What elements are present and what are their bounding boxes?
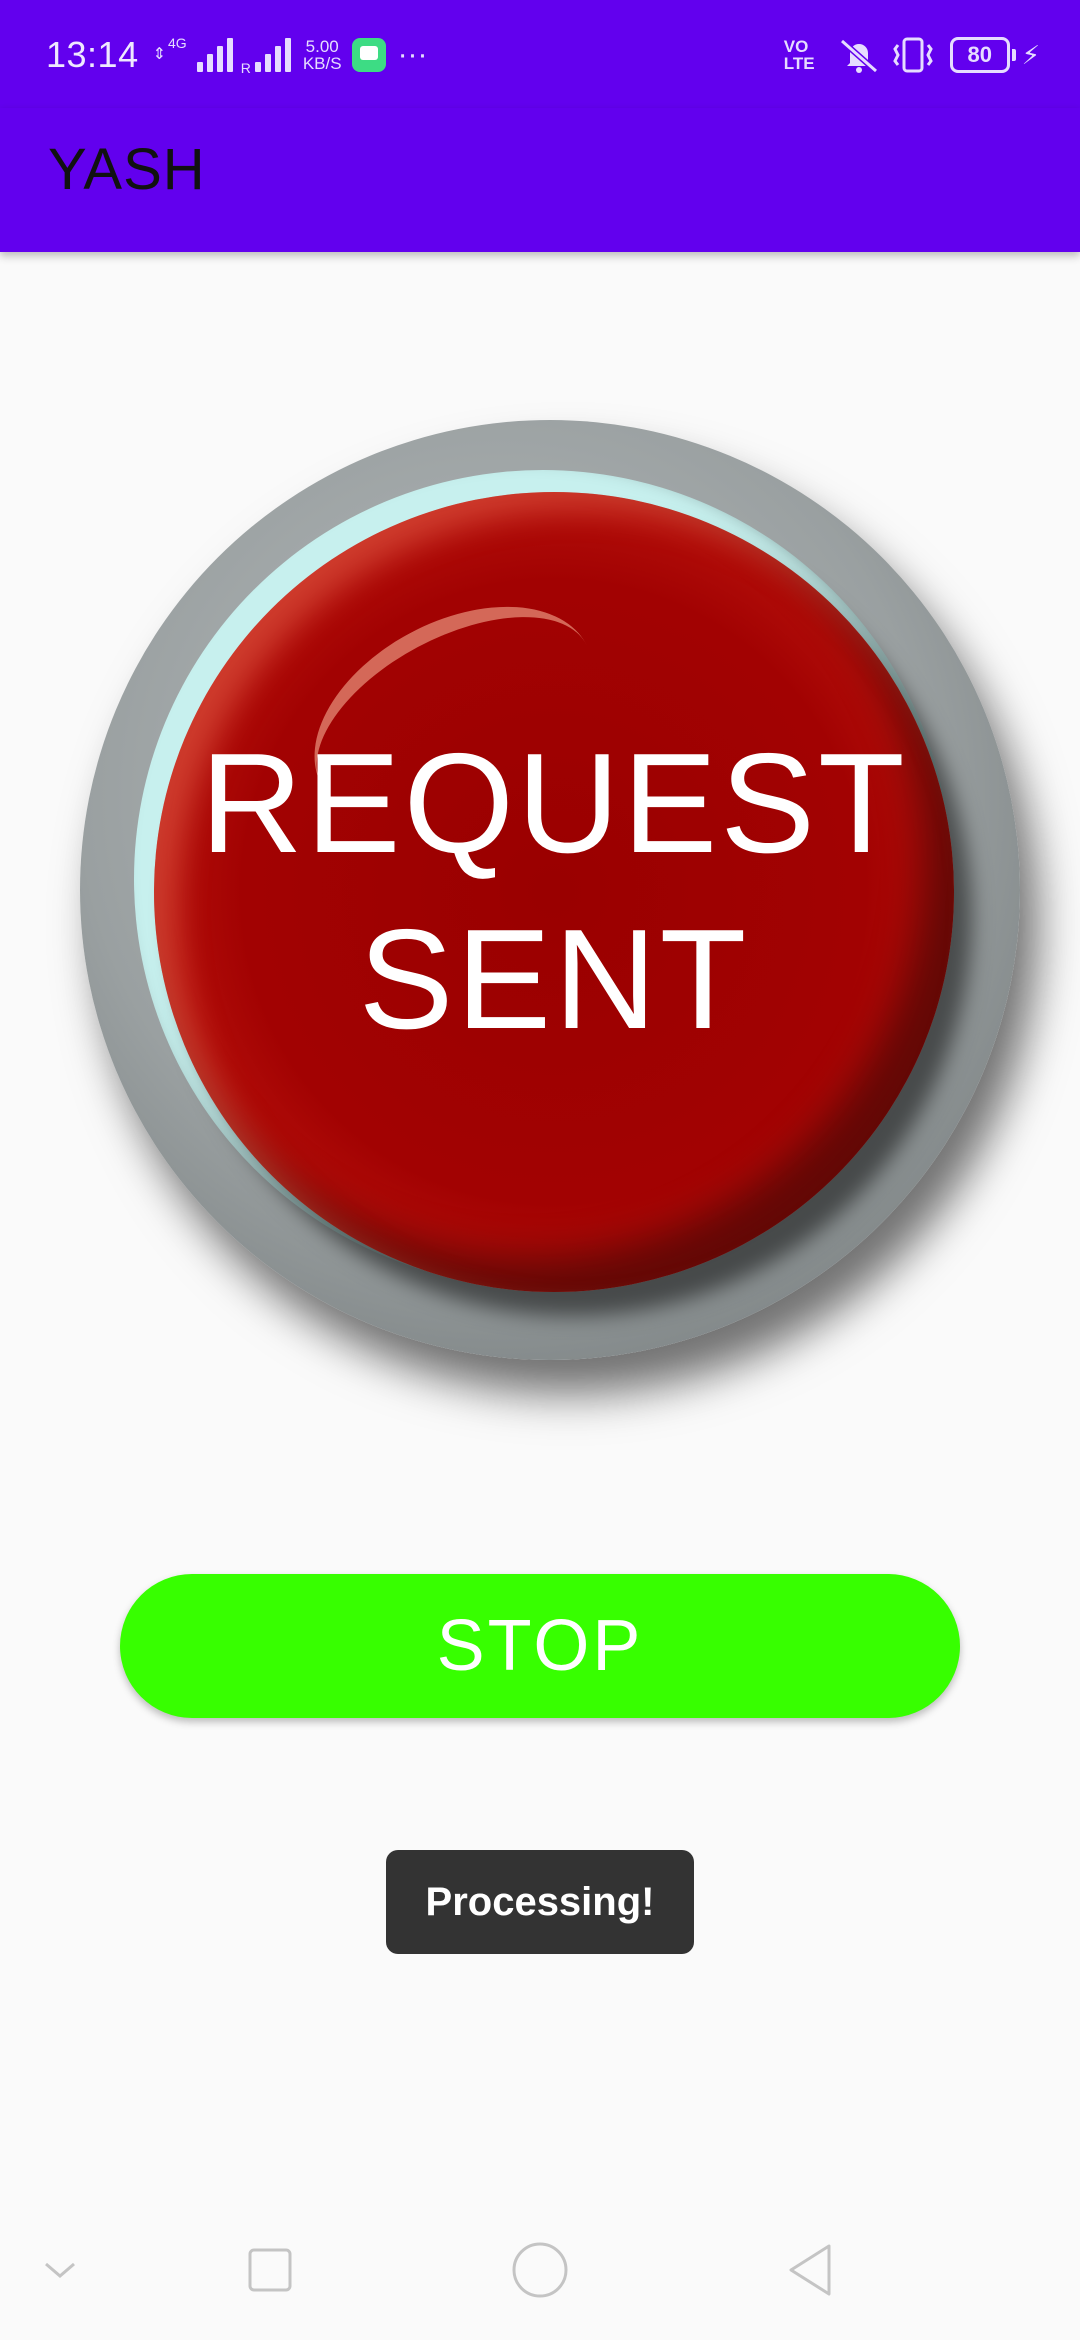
toast-message: Processing! (386, 1850, 694, 1954)
volte-indicator: VO LTE (783, 37, 815, 73)
app-title: YASH (48, 137, 206, 202)
speed-unit: KB/S (302, 54, 342, 73)
request-label-line2: SENT (358, 900, 750, 1059)
more-notifications: ··· (397, 38, 428, 71)
app-bar: YASH (0, 108, 1080, 252)
recents-icon[interactable] (240, 2240, 300, 2300)
stop-button[interactable]: STOP (120, 1574, 960, 1718)
charging-icon: ⚡ (1021, 39, 1040, 70)
signal-icon (196, 38, 237, 72)
status-bar: 13:14 ⇕ 4G R 5.00 KB/S ··· VO LTE 80 ⚡ (0, 0, 1080, 108)
signal-icon-2 (254, 38, 295, 72)
home-icon[interactable] (510, 2240, 570, 2300)
roaming-indicator: R (240, 60, 251, 76)
back-icon[interactable] (780, 2240, 840, 2300)
chevron-down-icon[interactable] (30, 2240, 90, 2300)
network-type: 4G (168, 35, 187, 51)
status-right: VO LTE 80 ⚡ (784, 30, 1040, 80)
vibrate-mute-icon (839, 38, 878, 74)
status-left: 13:14 ⇕ 4G R 5.00 KB/S ··· (46, 30, 428, 80)
message-app-icon (351, 38, 386, 72)
request-button[interactable]: REQUEST SENT (80, 420, 1020, 1360)
request-label-line1: REQUEST (200, 724, 908, 883)
navigation-bar (0, 2200, 1080, 2340)
data-arrows-icon: ⇕ (152, 46, 166, 63)
request-button-label: REQUEST SENT (154, 492, 954, 1292)
status-time: 13:14 (46, 34, 139, 75)
vibrate-icon (892, 37, 933, 73)
battery-icon: 80 (949, 37, 1016, 73)
network-speed: 5.00 KB/S (303, 38, 342, 72)
